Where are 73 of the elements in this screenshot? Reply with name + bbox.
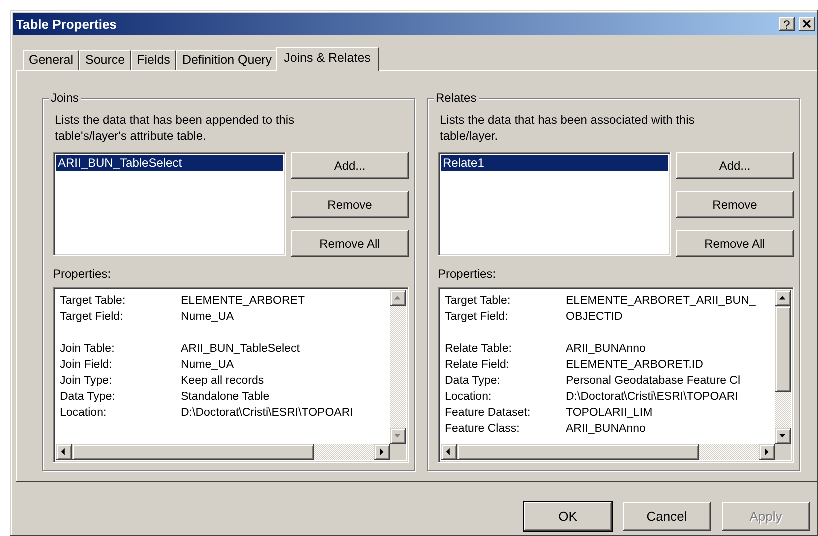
- list-box[interactable]: Relate1: [438, 152, 671, 256]
- property-value: ELEMENTE_ARBORET_ARII_BUN_: [566, 294, 757, 309]
- property-value: Personal Geodatabase Feature Cl: [566, 374, 742, 389]
- property-name: Join Table:: [60, 342, 116, 357]
- tab[interactable]: Definition Query: [176, 50, 278, 70]
- horizontal-scrollbar[interactable]: [56, 444, 390, 460]
- property-name: Feature Dataset:: [445, 406, 532, 421]
- property-name: Relate Field:: [445, 358, 511, 373]
- list-action-button[interactable]: Remove: [291, 191, 409, 218]
- tab[interactable]: General: [23, 50, 80, 70]
- window-title: Table Properties: [16, 16, 118, 32]
- property-value: TOPOLARII_LIM: [566, 406, 654, 421]
- group-description: Lists the data that has been associated with this table/layer.: [440, 112, 695, 144]
- scroll-up-icon[interactable]: [390, 290, 406, 306]
- horizontal-scrollbar[interactable]: [441, 444, 775, 460]
- list-action-button[interactable]: Add...: [291, 152, 409, 179]
- property-value: ARII_BUNAnno: [566, 422, 647, 437]
- properties-label: Properties:: [438, 267, 498, 281]
- property-value: ARII_BUNAnno: [566, 342, 647, 357]
- scroll-thumb[interactable]: [72, 444, 314, 460]
- scroll-thumb[interactable]: [457, 444, 699, 460]
- property-value: Keep all records: [181, 374, 266, 389]
- property-value: ELEMENTE_ARBORET: [181, 294, 306, 309]
- vertical-scrollbar[interactable]: [390, 290, 406, 444]
- scroll-down-icon[interactable]: [775, 428, 791, 444]
- group-title: Relates: [434, 91, 479, 105]
- scroll-right-icon[interactable]: [374, 444, 390, 460]
- list-item[interactable]: ARII_BUN_TableSelect: [56, 155, 283, 171]
- property-name: Data Type:: [445, 374, 502, 389]
- property-name: Join Field:: [60, 358, 114, 373]
- property-value: Nume_UA: [181, 358, 236, 373]
- property-name: Target Field:: [60, 310, 124, 325]
- scroll-left-icon[interactable]: [441, 444, 457, 460]
- scroll-right-icon[interactable]: [759, 444, 775, 460]
- group-title: Joins: [49, 91, 82, 105]
- close-icon[interactable]: [799, 17, 815, 31]
- property-name: Target Table:: [60, 294, 127, 309]
- list-item[interactable]: Relate1: [441, 155, 668, 171]
- property-name: Data Type:: [60, 390, 116, 405]
- property-name: Target Field:: [445, 310, 510, 325]
- help-button[interactable]: ?: [779, 17, 795, 31]
- vertical-scrollbar[interactable]: [775, 290, 791, 444]
- property-name: Relate Table:: [445, 342, 513, 357]
- dialog-button[interactable]: OK: [524, 502, 612, 531]
- group-description: Lists the data that has been appended to this table's/layer's attribute table.: [55, 112, 295, 144]
- property-value: D:\Doctorat\Cristi\ESRI\TOPOARI: [181, 406, 354, 421]
- property-value: ELEMENTE_ARBORET.ID: [566, 358, 704, 373]
- tab[interactable]: Fields: [131, 50, 176, 70]
- property-value: OBJECTID: [566, 310, 624, 325]
- property-name: Feature Class:: [445, 422, 521, 437]
- scrollbar-corner: [775, 444, 791, 460]
- property-name: Location:: [60, 406, 108, 421]
- list-action-button[interactable]: Add...: [676, 152, 794, 179]
- property-value: ARII_BUN_TableSelect: [181, 342, 301, 357]
- properties-label: Properties:: [53, 267, 112, 281]
- property-name: Target Table:: [445, 294, 512, 309]
- scroll-left-icon[interactable]: [56, 444, 72, 460]
- scrollbar-corner: [390, 444, 406, 460]
- list-action-button[interactable]: Remove: [676, 191, 794, 218]
- scroll-down-icon[interactable]: [390, 428, 406, 444]
- tab[interactable]: Joins & Relates: [276, 47, 379, 71]
- list-action-button[interactable]: Remove All: [291, 230, 409, 257]
- property-name: Location:: [445, 390, 493, 405]
- property-value: Standalone Table: [181, 390, 271, 405]
- tab[interactable]: Source: [79, 50, 132, 70]
- list-box[interactable]: ARII_BUN_TableSelect: [53, 152, 286, 256]
- property-value: D:\Doctorat\Cristi\ESRI\TOPOARI: [566, 390, 740, 405]
- property-value: Nume_UA: [181, 310, 236, 325]
- scroll-thumb[interactable]: [775, 306, 791, 392]
- dialog-button[interactable]: Cancel: [623, 502, 711, 531]
- property-name: Join Type:: [60, 374, 114, 389]
- scroll-up-icon[interactable]: [775, 290, 791, 306]
- list-action-button[interactable]: Remove All: [676, 230, 794, 257]
